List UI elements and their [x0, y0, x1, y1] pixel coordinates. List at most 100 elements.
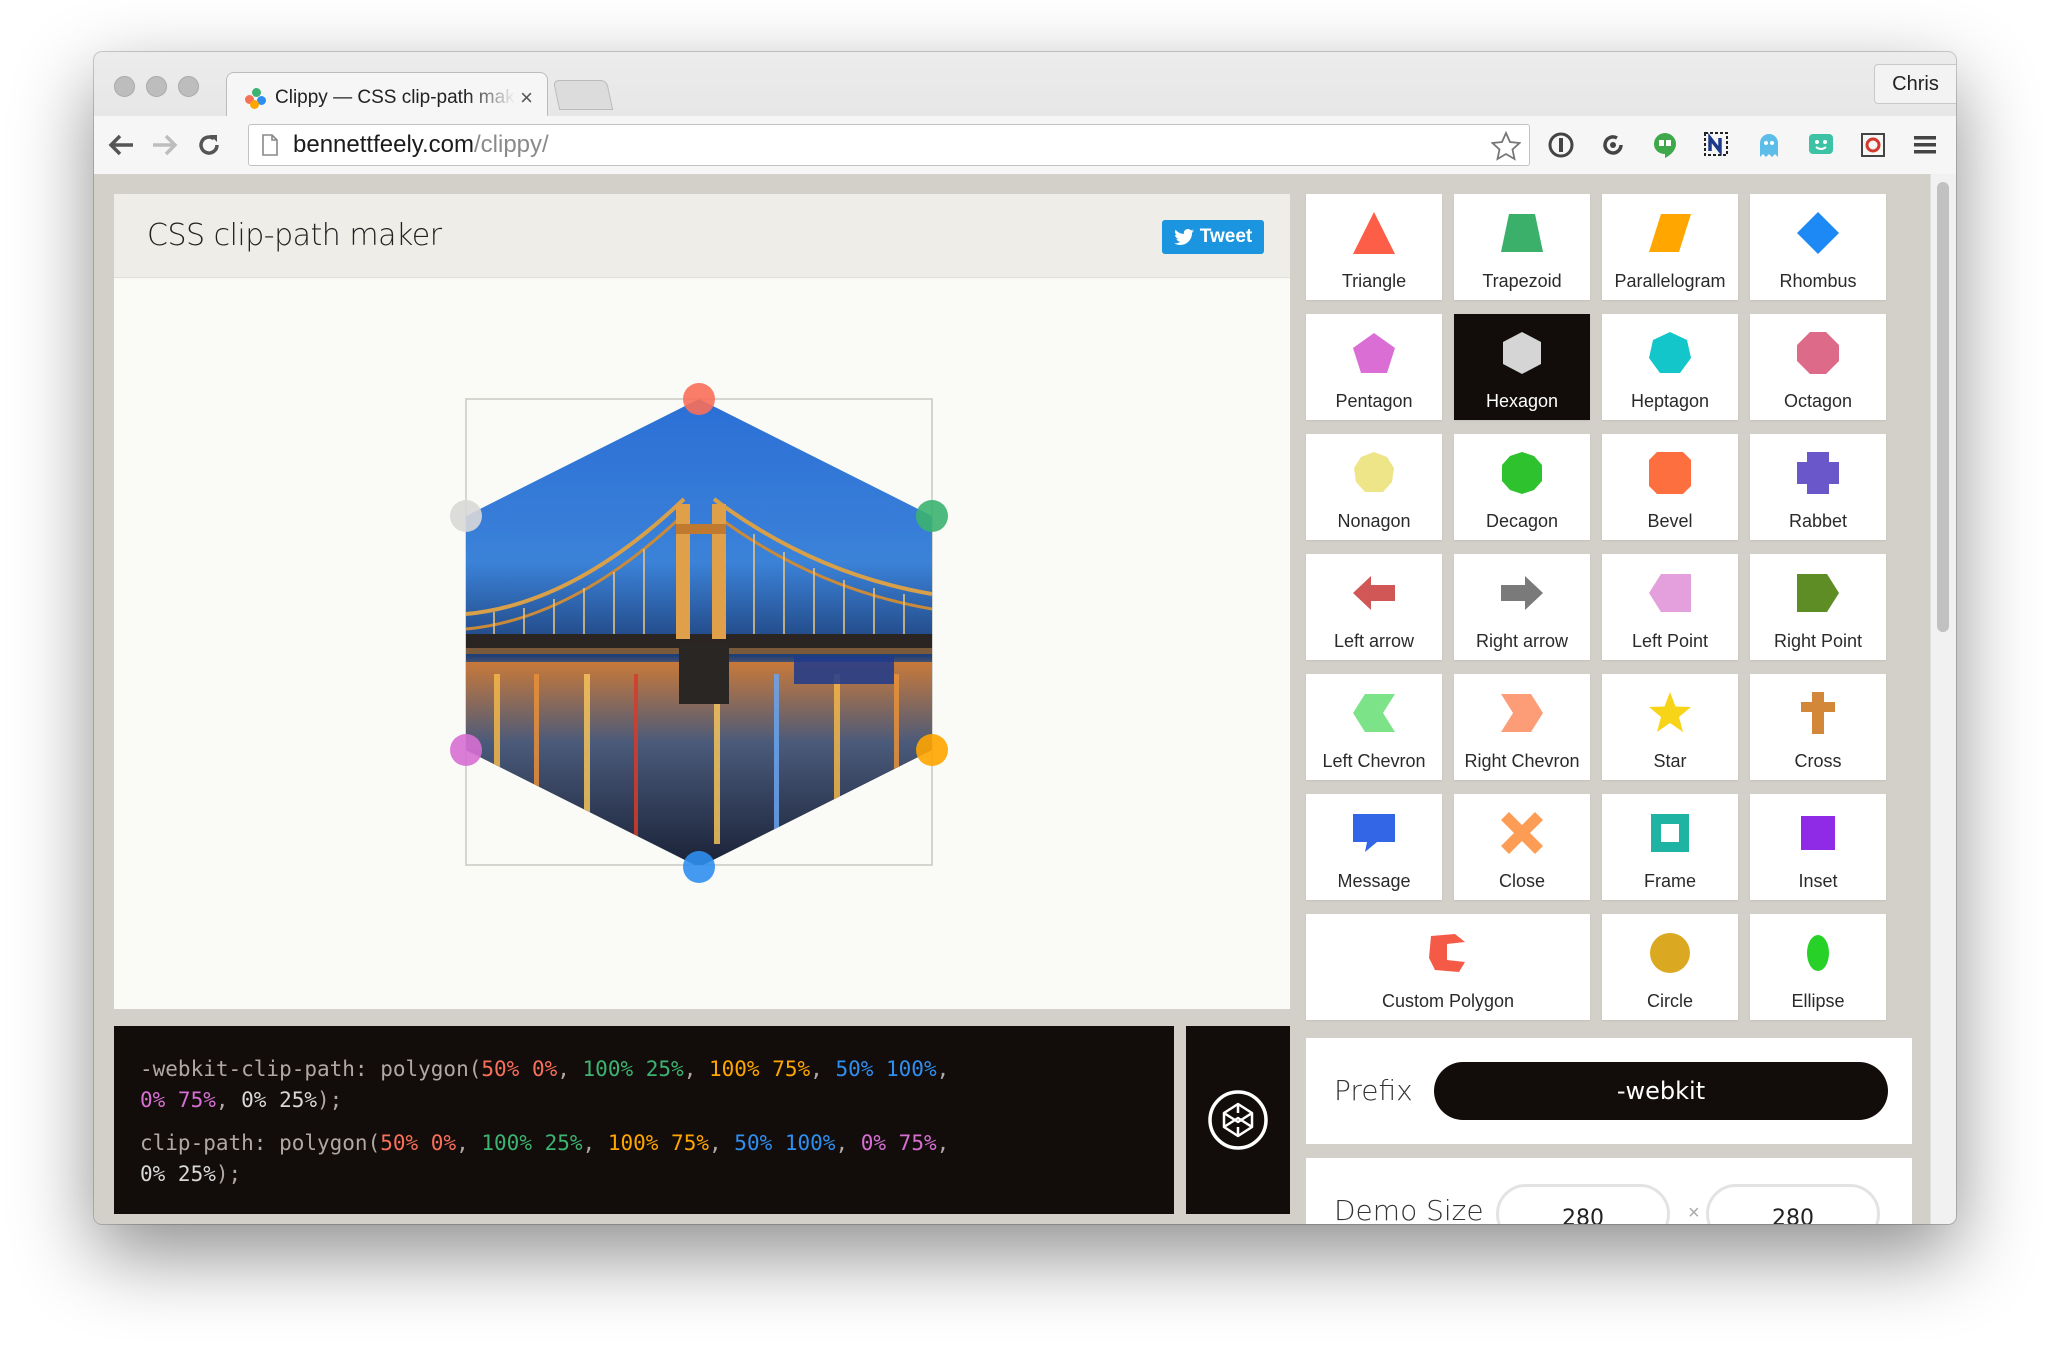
shape-label: Left arrow [1333, 631, 1415, 651]
shape-button-message[interactable]: Message [1306, 794, 1442, 900]
clip-path-line: clip-path: polygon(50% 0%, 100% 25%, 100… [140, 1131, 950, 1186]
shape-button-right-point[interactable]: Right Point [1750, 554, 1886, 660]
demo-size-label: Demo Size [1334, 1194, 1484, 1224]
left-arrow-shape-icon [1353, 576, 1395, 610]
shape-button-close[interactable]: Close [1454, 794, 1590, 900]
hangouts-extension-icon[interactable] [1648, 128, 1682, 162]
prefix-label: Prefix [1334, 1074, 1413, 1107]
shape-label: Trapezoid [1482, 271, 1562, 291]
code-point: 0% 25% [140, 1162, 216, 1186]
shape-label: Circle [1646, 991, 1693, 1011]
page-icon [261, 134, 279, 163]
polygon-handle-top-left[interactable] [450, 500, 482, 532]
profile-button[interactable]: Chris [1874, 64, 1956, 104]
shape-button-bevel[interactable]: Bevel [1602, 434, 1738, 540]
shape-button-cross[interactable]: Cross [1750, 674, 1886, 780]
screenshot-extension-icon[interactable] [1856, 128, 1890, 162]
scrollbar-thumb[interactable] [1937, 182, 1949, 632]
shape-button-pentagon[interactable]: Pentagon [1306, 314, 1442, 420]
shape-button-inset[interactable]: Inset [1750, 794, 1886, 900]
back-arrow-icon[interactable] [104, 128, 138, 162]
shape-label: Ellipse [1791, 991, 1845, 1011]
right-point-shape-icon [1797, 574, 1839, 612]
browser-tab[interactable]: Clippy — CSS clip-path maker × [226, 72, 548, 122]
shape-label: Bevel [1647, 511, 1693, 531]
shape-button-star[interactable]: Star [1602, 674, 1738, 780]
new-tab-button[interactable] [552, 80, 614, 110]
shape-label: Close [1498, 871, 1546, 891]
polygon-handle-bottom-left[interactable] [450, 734, 482, 766]
shape-button-heptagon[interactable]: Heptagon [1602, 314, 1738, 420]
shape-button-nonagon[interactable]: Nonagon [1306, 434, 1442, 540]
custom-polygon-shape-icon [1429, 934, 1465, 972]
code-point: 50% 0% [380, 1131, 457, 1155]
shape-label: Pentagon [1335, 391, 1413, 411]
shape-label: Right Point [1773, 631, 1863, 651]
codepen-button[interactable] [1186, 1026, 1290, 1214]
shape-button-parallelogram[interactable]: Parallelogram [1602, 194, 1738, 300]
webkit-clip-path-line: -webkit-clip-path: polygon(50% 0%, 100% … [140, 1057, 950, 1112]
shape-button-triangle[interactable]: Triangle [1306, 194, 1442, 300]
ghostery-extension-icon[interactable] [1752, 128, 1786, 162]
shape-button-hexagon[interactable]: Hexagon [1454, 314, 1590, 420]
code-point: 100% 25% [481, 1131, 583, 1155]
shape-button-left-point[interactable]: Left Point [1602, 554, 1738, 660]
polygon-handle-top-right[interactable] [916, 500, 948, 532]
polygon-handle-bottom-right[interactable] [916, 734, 948, 766]
prefix-toggle[interactable]: -webkit [1434, 1062, 1888, 1120]
demo-width-input[interactable]: 280 [1496, 1184, 1670, 1224]
close-window-button[interactable] [114, 76, 135, 97]
demo-image [466, 399, 932, 865]
shape-button-left-chevron[interactable]: Left Chevron [1306, 674, 1442, 780]
css-code-output[interactable]: -webkit-clip-path: polygon(50% 0%, 100% … [114, 1026, 1174, 1214]
shape-button-left-arrow[interactable]: Left arrow [1306, 554, 1442, 660]
shape-button-frame[interactable]: Frame [1602, 794, 1738, 900]
tab-close-icon[interactable]: × [520, 85, 533, 111]
polygon-handle-top[interactable] [683, 383, 715, 415]
demo-height-input[interactable]: 280 [1706, 1184, 1880, 1224]
shape-button-rabbet[interactable]: Rabbet [1750, 434, 1886, 540]
pentagon-shape-icon [1353, 333, 1395, 373]
browser-titlebar: Clippy — CSS clip-path maker × Chris ben… [94, 52, 1956, 174]
page-scrollbar[interactable] [1930, 174, 1956, 1224]
shape-button-custom-polygon[interactable]: Custom Polygon [1306, 914, 1590, 1020]
shape-button-decagon[interactable]: Decagon [1454, 434, 1590, 540]
rhombus-shape-icon [1797, 212, 1839, 254]
code-point: 0% 75% [860, 1131, 937, 1155]
shape-button-rhombus[interactable]: Rhombus [1750, 194, 1886, 300]
shape-label: Parallelogram [1614, 271, 1726, 291]
shape-button-right-chevron[interactable]: Right Chevron [1454, 674, 1590, 780]
star-shape-icon [1649, 692, 1691, 732]
forward-arrow-icon[interactable] [148, 128, 182, 162]
onepassword-extension-icon[interactable] [1544, 128, 1578, 162]
shape-label: Decagon [1485, 511, 1559, 531]
sync-extension-icon[interactable] [1596, 128, 1630, 162]
decagon-shape-icon [1502, 452, 1542, 494]
rabbet-shape-icon [1797, 452, 1839, 494]
code-point: 50% 0% [481, 1057, 558, 1081]
newsblur-extension-icon[interactable] [1700, 128, 1734, 162]
address-bar[interactable]: bennettfeely.com/clippy/ [248, 124, 1530, 166]
shape-button-octagon[interactable]: Octagon [1750, 314, 1886, 420]
triangle-shape-icon [1353, 212, 1395, 254]
trapezoid-shape-icon [1501, 214, 1543, 252]
ellipse-shape-icon [1807, 935, 1829, 971]
cross-shape-icon [1801, 692, 1835, 734]
shape-label: Message [1337, 871, 1411, 891]
polygon-handle-bottom[interactable] [683, 851, 715, 883]
bookmark-star-icon[interactable] [1490, 130, 1522, 168]
right-chevron-shape-icon [1501, 694, 1543, 732]
tweetdeck-extension-icon[interactable] [1804, 128, 1838, 162]
shape-button-circle[interactable]: Circle [1602, 914, 1738, 1020]
zoom-window-button[interactable] [178, 76, 199, 97]
clippy-favicon-icon [245, 87, 267, 109]
browser-menu-icon[interactable] [1908, 128, 1942, 162]
shape-button-trapezoid[interactable]: Trapezoid [1454, 194, 1590, 300]
prefix-panel: Prefix -webkit [1306, 1038, 1912, 1144]
minimize-window-button[interactable] [146, 76, 167, 97]
code-point: 100% 75% [607, 1131, 709, 1155]
octagon-shape-icon [1797, 332, 1839, 374]
reload-icon[interactable] [192, 128, 226, 162]
shape-button-right-arrow[interactable]: Right arrow [1454, 554, 1590, 660]
shape-button-ellipse[interactable]: Ellipse [1750, 914, 1886, 1020]
